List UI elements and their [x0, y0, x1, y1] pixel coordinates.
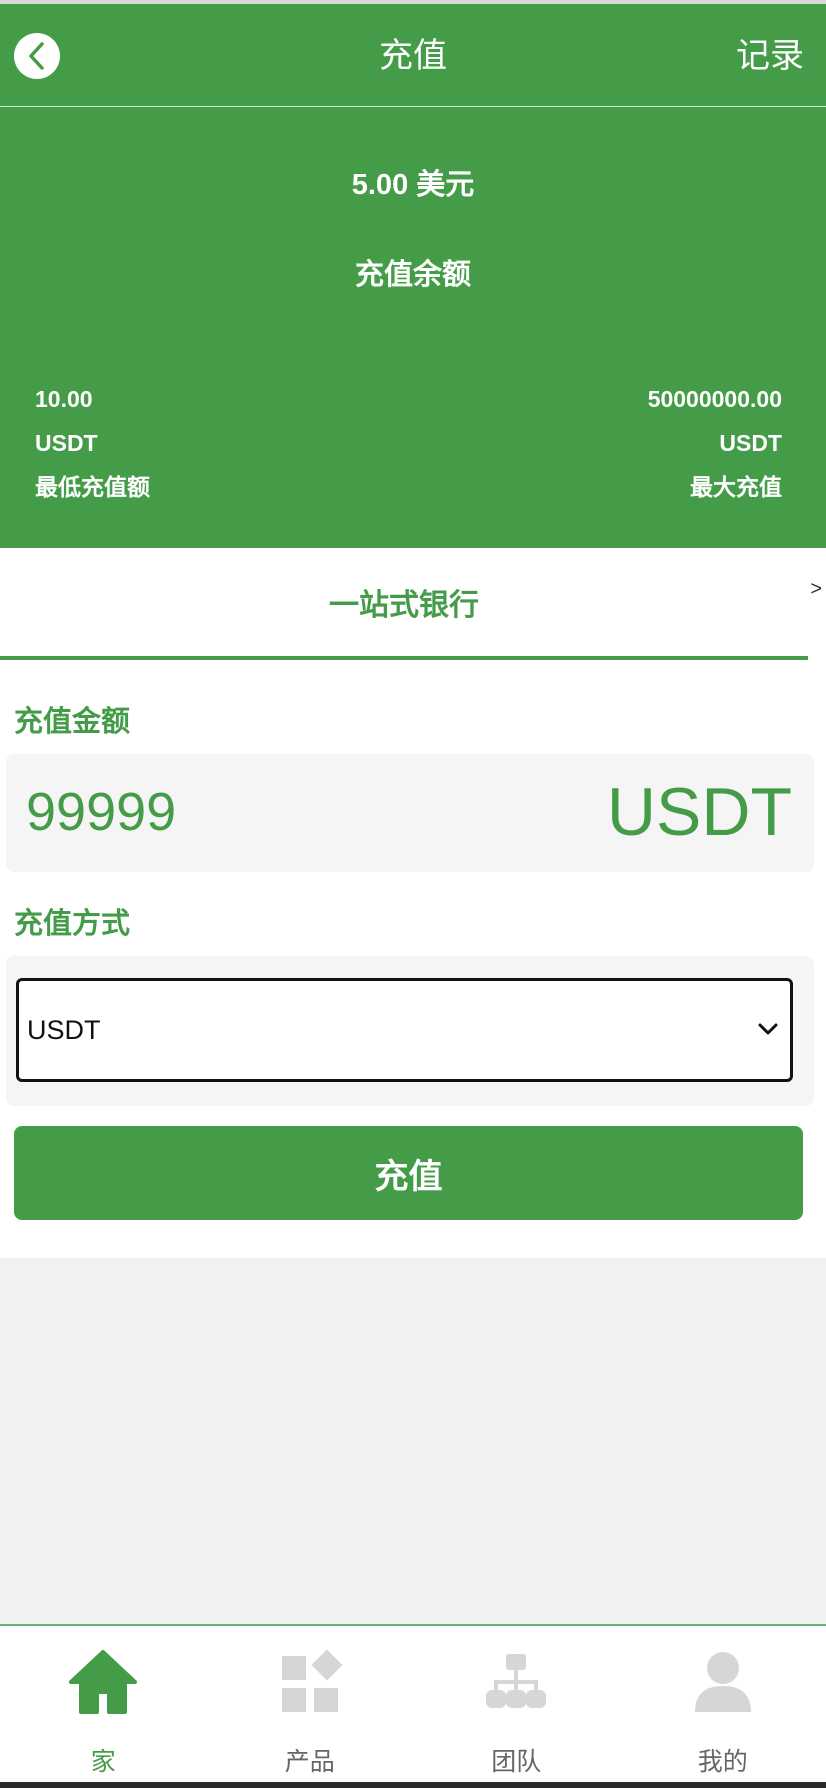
- nav-item-products[interactable]: 产品: [207, 1626, 414, 1782]
- max-recharge: 50000000.00 USDT 最大充值: [648, 377, 782, 509]
- recharge-submit-button[interactable]: 充值: [14, 1126, 803, 1220]
- tab-one-stop-bank[interactable]: 一站式银行: [0, 548, 808, 660]
- max-recharge-value: 50000000.00: [647, 386, 782, 412]
- nav-label-products: 产品: [284, 1748, 335, 1776]
- amount-field: USDT: [6, 754, 814, 872]
- method-field: USDT: [6, 956, 814, 1106]
- tabs-more-arrow[interactable]: >: [810, 578, 822, 601]
- amount-input[interactable]: [26, 780, 586, 844]
- home-icon: [69, 1650, 138, 1714]
- user-icon: [694, 1652, 751, 1712]
- method-selected-value: USDT: [27, 1015, 101, 1045]
- bottom-nav: 家 产品 团队 我的: [0, 1624, 826, 1782]
- nav-item-team[interactable]: 团队: [413, 1626, 620, 1782]
- nav-label-mine: 我的: [697, 1748, 748, 1776]
- max-recharge-label: 最大充值: [690, 474, 782, 500]
- balance-label: 充值余额: [354, 259, 471, 291]
- min-recharge-value: 10.00: [35, 386, 93, 412]
- amount-unit: USDT: [606, 774, 792, 850]
- page-title: 充值: [379, 37, 447, 75]
- chevron-down-icon: [758, 1023, 778, 1035]
- min-recharge-unit: USDT: [35, 430, 98, 456]
- recharge-form-panel: 一站式银行 > 充值金额 USDT 充值方式 USDT 充值: [0, 548, 826, 1258]
- org-chart-icon: [486, 1654, 547, 1708]
- back-button[interactable]: [14, 33, 60, 79]
- method-select[interactable]: USDT: [16, 978, 793, 1082]
- app-header: 充值 记录: [0, 4, 826, 107]
- balance-amount: 5.00 美元: [351, 169, 475, 201]
- balance-card: 5.00 美元 充值余额 10.00 USDT 最低充值额 50000000.0…: [0, 107, 826, 548]
- min-recharge-label: 最低充值额: [35, 474, 150, 500]
- chevron-left-icon: [29, 42, 44, 70]
- channel-tabs: 一站式银行 >: [0, 548, 826, 660]
- nav-item-mine[interactable]: 我的: [620, 1626, 826, 1782]
- nav-label-home: 家: [90, 1748, 116, 1776]
- nav-label-team: 团队: [491, 1748, 542, 1776]
- method-label: 充值方式: [14, 908, 131, 940]
- nav-item-home[interactable]: 家: [0, 1626, 207, 1782]
- records-link[interactable]: 记录: [736, 34, 804, 78]
- amount-label: 充值金额: [14, 706, 131, 738]
- min-recharge: 10.00 USDT 最低充值额: [35, 377, 150, 509]
- max-recharge-unit: USDT: [719, 430, 782, 456]
- window-frame-bottom: [0, 1782, 826, 1788]
- grid-icon: [281, 1649, 343, 1712]
